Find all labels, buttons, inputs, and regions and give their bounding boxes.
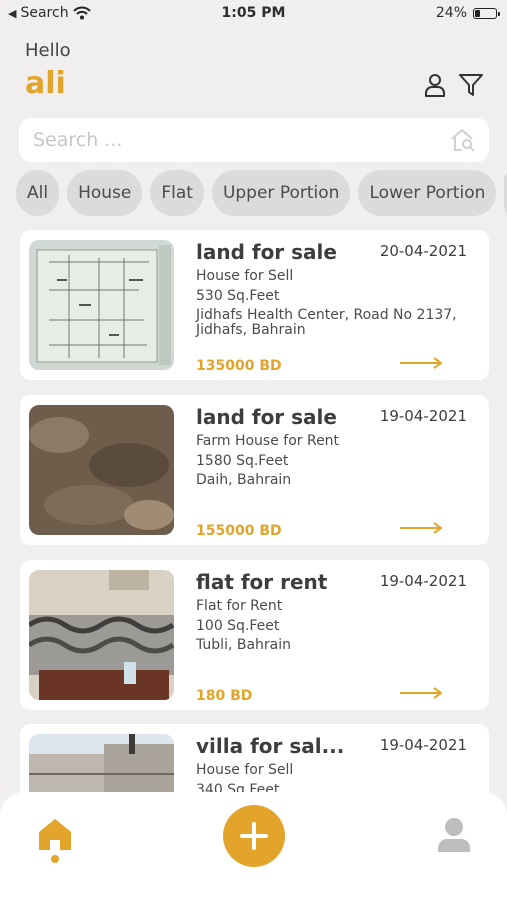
listing-date: 19-04-2021 <box>379 572 467 590</box>
plus-icon <box>240 822 268 850</box>
listing-type: Flat for Rent <box>196 598 283 614</box>
listing-price: 135000 BD <box>196 358 282 374</box>
filter-icon <box>459 74 483 96</box>
listing-area: 530 Sq.Feet <box>196 288 280 304</box>
user-icon <box>425 74 445 97</box>
arrow-right-icon[interactable] <box>398 521 444 535</box>
greeting: Hello <box>25 40 71 61</box>
listing-type: House for Sell <box>196 762 294 778</box>
nav-profile[interactable] <box>436 816 472 854</box>
listing-photo-land <box>29 405 174 535</box>
listing-date: 20-04-2021 <box>379 242 467 260</box>
home-icon <box>39 819 71 863</box>
listing-title: land for sale <box>196 240 337 264</box>
search-bar[interactable] <box>19 118 489 162</box>
listing-location: Tubli, Bahrain <box>196 637 292 653</box>
listing-type: Farm House for Rent <box>196 433 340 449</box>
chip-upper-portion[interactable]: Upper Portion <box>211 170 351 216</box>
arrow-right-icon[interactable] <box>398 356 444 370</box>
listing-location: Jidhafs Health Center, Road No 2137, Jid… <box>196 307 457 338</box>
arrow-right-icon[interactable] <box>398 686 444 700</box>
bottom-nav <box>0 792 507 900</box>
listing-date: 19-04-2021 <box>379 736 467 754</box>
chip-flat[interactable]: Flat <box>150 170 204 216</box>
search-input[interactable] <box>31 128 449 152</box>
chip-lower-portion[interactable]: Lower Portion <box>358 170 497 216</box>
listing-photo-floor-plan <box>29 240 174 370</box>
username: ali <box>25 66 66 101</box>
listing-price: 155000 BD <box>196 523 282 539</box>
listing-card[interactable]: land for sale 19-04-2021 Farm House for … <box>20 395 489 545</box>
add-listing-button[interactable] <box>223 805 285 867</box>
listing-card[interactable]: land for sale 20-04-2021 House for Sell … <box>20 230 489 380</box>
nav-home[interactable] <box>36 816 74 864</box>
home-search-icon[interactable] <box>449 127 477 153</box>
user-icon <box>438 818 470 852</box>
listing-area: 100 Sq.Feet <box>196 618 280 634</box>
listing-card[interactable]: flat for rent 19-04-2021 Flat for Rent 1… <box>20 560 489 710</box>
filter-button[interactable] <box>456 70 486 100</box>
listing-title: land for sale <box>196 405 337 429</box>
listing-type: House for Sell <box>196 268 294 284</box>
status-time: 1:05 PM <box>221 5 286 21</box>
listing-title: flat for rent <box>196 570 328 594</box>
chip-all[interactable]: All <box>16 170 60 216</box>
battery-icon <box>473 7 500 19</box>
listing-title: villa for sal... <box>196 734 345 758</box>
listing-location: Daih, Bahrain <box>196 472 292 488</box>
profile-button[interactable] <box>420 70 450 100</box>
listing-photo-room <box>29 570 174 700</box>
category-filter: All House Flat Upper Portion Lower Porti… <box>16 170 507 218</box>
listing-date: 19-04-2021 <box>379 407 467 425</box>
listing-area: 1580 Sq.Feet <box>196 453 289 469</box>
battery-percent: 24% <box>435 5 467 21</box>
chip-house[interactable]: House <box>67 170 143 216</box>
listing-price: 180 BD <box>196 688 253 704</box>
status-bar: ◀ Search 1:05 PM 24% <box>0 0 507 28</box>
